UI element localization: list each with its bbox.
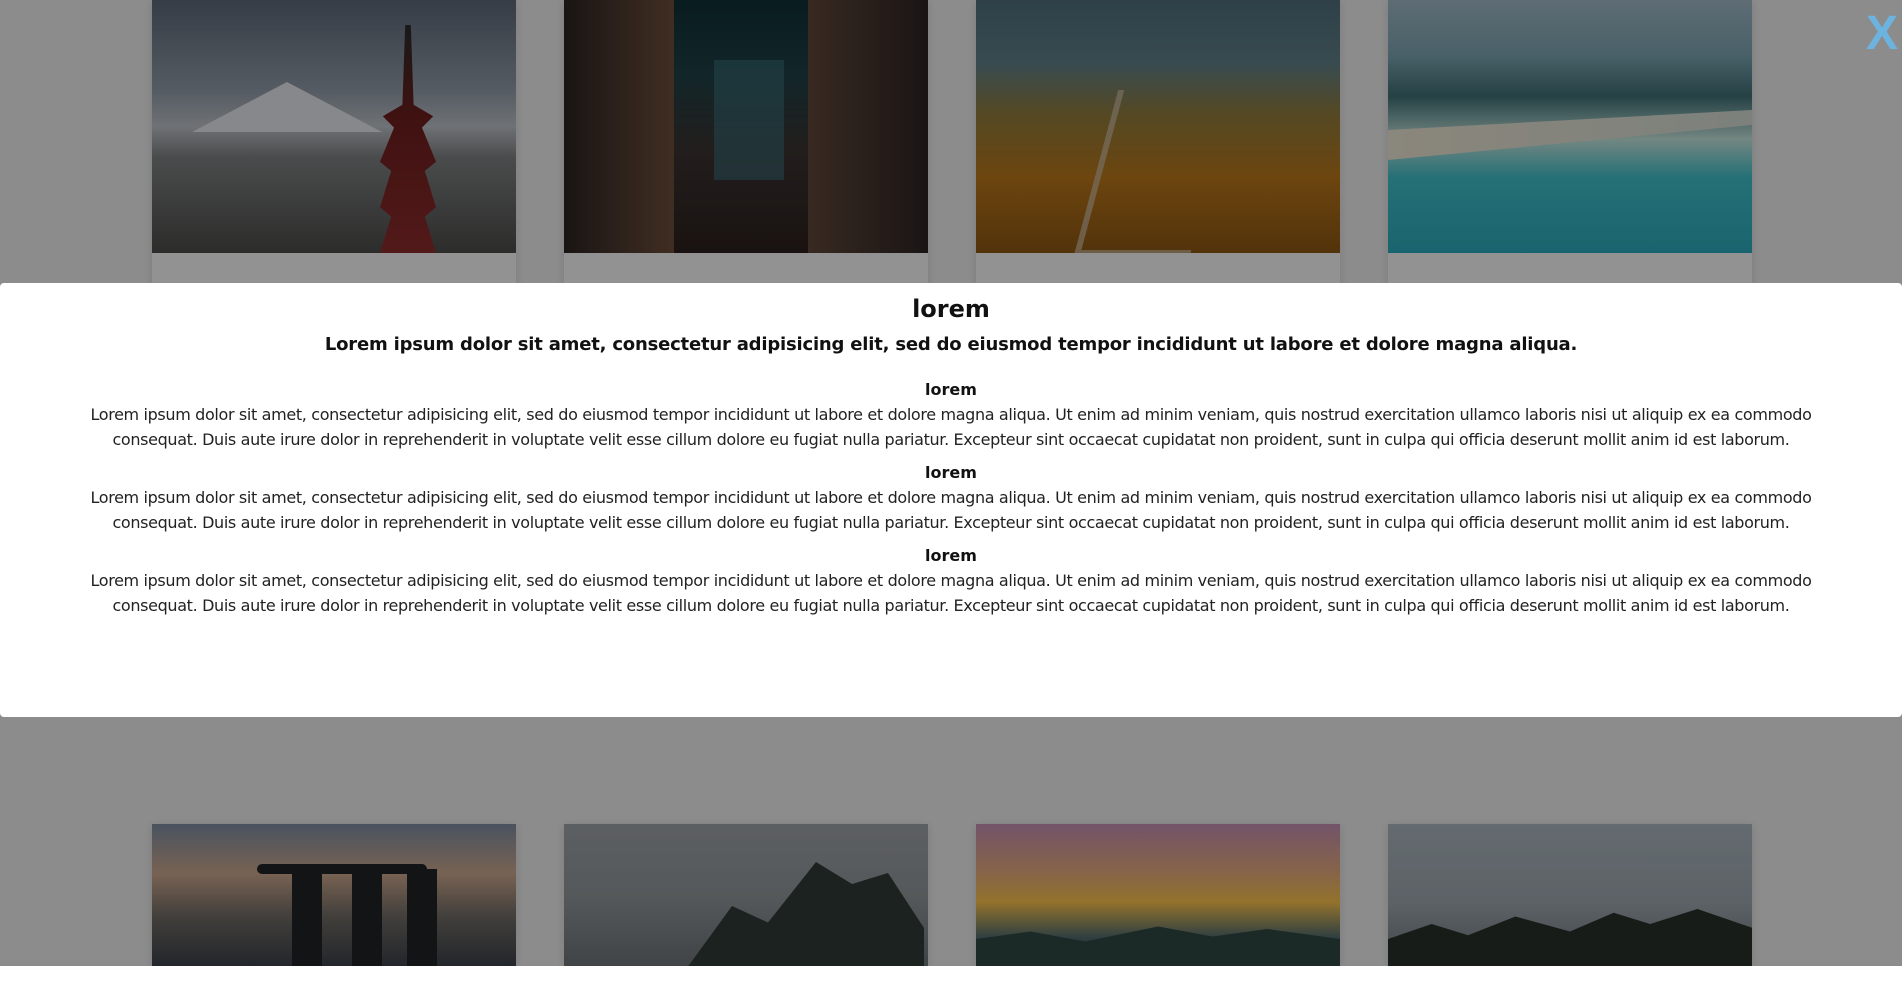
modal-lead: Lorem ipsum dolor sit amet, consectetur … [324, 334, 1578, 355]
modal-section: lorem Lorem ipsum dolor sit amet, consec… [66, 462, 1836, 535]
info-modal: lorem Lorem ipsum dolor sit amet, consec… [0, 283, 1902, 717]
close-button[interactable]: X [1866, 6, 1898, 62]
modal-section: lorem Lorem ipsum dolor sit amet, consec… [66, 545, 1836, 618]
section-heading: lorem [925, 463, 977, 482]
modal-section: lorem Lorem ipsum dolor sit amet, consec… [66, 379, 1836, 452]
modal-title: lorem [912, 295, 990, 323]
section-body: Lorem ipsum dolor sit amet, consectetur … [90, 405, 1812, 449]
section-body: Lorem ipsum dolor sit amet, consectetur … [90, 488, 1812, 532]
section-heading: lorem [925, 546, 977, 565]
section-body: Lorem ipsum dolor sit amet, consectetur … [90, 571, 1812, 615]
section-heading: lorem [925, 380, 977, 399]
